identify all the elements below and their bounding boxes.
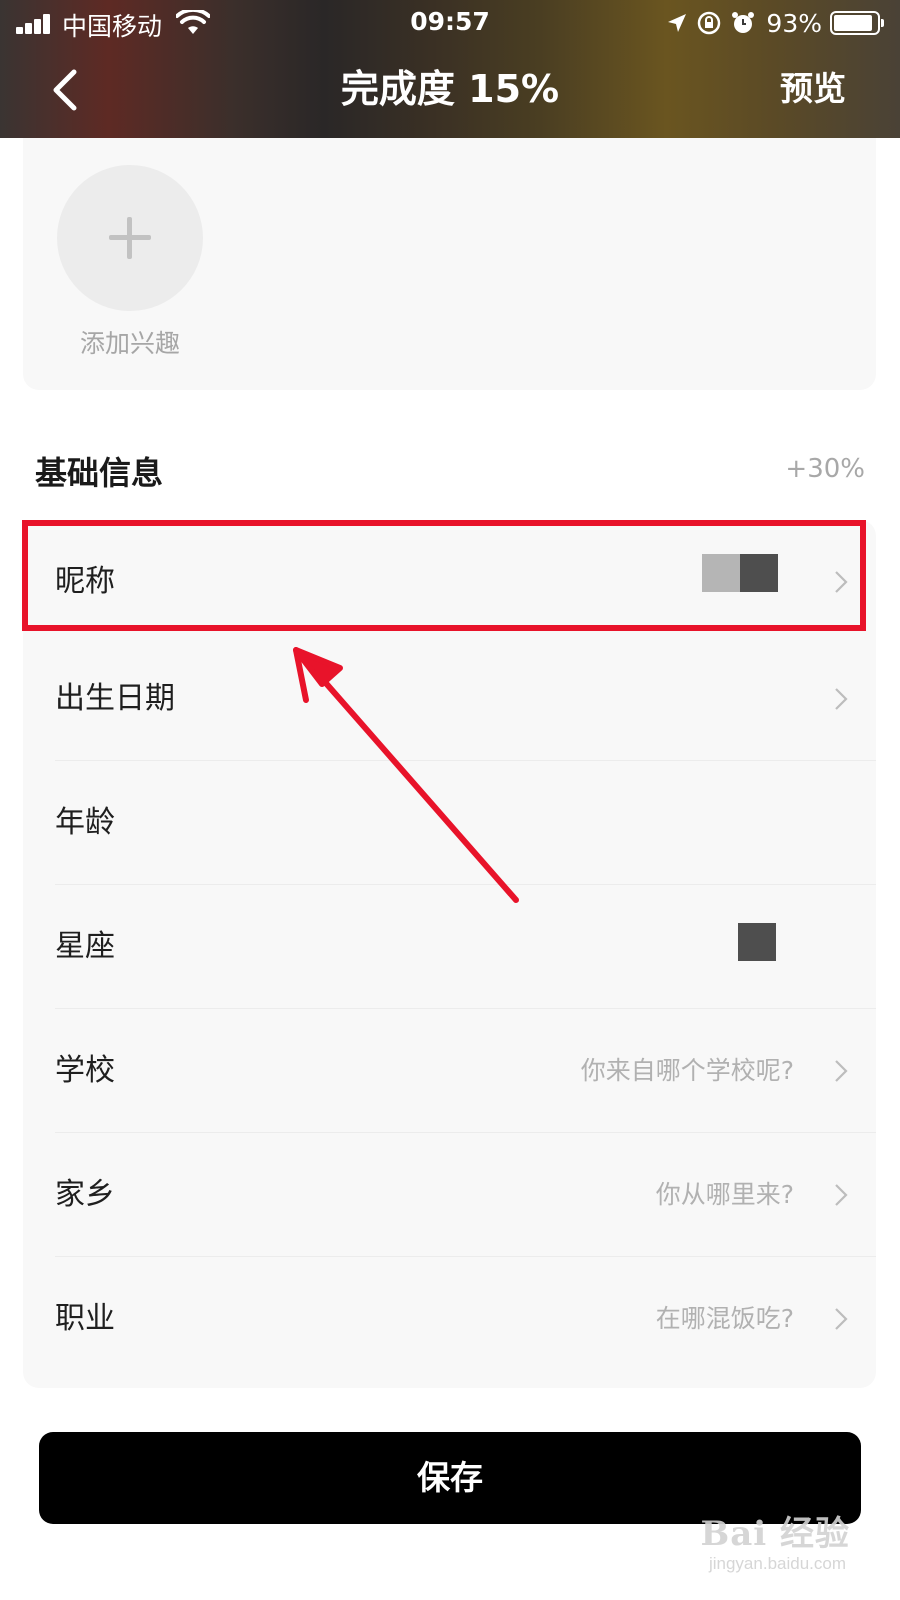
blurred-value [738,923,776,961]
row-zodiac[interactable]: 星座 [23,885,876,1009]
watermark: Bai 经验 jingyan.baidu.com [670,1506,850,1586]
battery-icon [830,11,884,35]
preview-button[interactable]: 预览 [780,62,846,116]
battery-percent: 93% [766,8,822,38]
row-label: 家乡 [55,1177,115,1212]
section-title: 基础信息 [35,454,164,492]
interests-card: 添加兴趣 [23,138,876,390]
row-birthdate[interactable]: 出生日期 [23,637,876,761]
basic-info-list: 昵称 出生日期 年龄 星座 学校 你来自哪个学校呢? 家乡 你从哪里来? 职业 … [23,520,876,1388]
alarm-icon [732,12,755,33]
row-label: 出生日期 [55,681,175,716]
section-bonus: +30% [785,454,865,484]
status-bar: 中国移动 09:57 93% [0,0,900,46]
chevron-right-icon [835,1308,848,1330]
row-placeholder: 你来自哪个学校呢? [580,1056,794,1085]
add-interest-label: 添加兴趣 [79,329,180,358]
row-school[interactable]: 学校 你来自哪个学校呢? [23,1009,876,1133]
header: 中国移动 09:57 93% 完成度 15% 预览 [0,0,900,138]
row-label: 年龄 [55,805,115,840]
watermark-url: jingyan.baidu.com [708,1554,846,1573]
chevron-right-icon [835,688,848,710]
add-interest-button[interactable] [57,165,203,311]
page-title: 完成度 15% [340,67,560,111]
watermark-logo: Bai 经验 [700,1514,850,1554]
row-placeholder: 你从哪里来? [655,1180,794,1209]
row-label: 星座 [55,929,115,964]
rotation-lock-icon [698,11,721,35]
row-age[interactable]: 年龄 [23,761,876,885]
status-indicators: 93% [666,5,884,41]
chevron-right-icon [835,1060,848,1082]
chevron-right-icon [835,1184,848,1206]
highlight-box [22,520,866,631]
row-label: 学校 [55,1053,115,1088]
location-arrow-icon [668,14,687,32]
row-hometown[interactable]: 家乡 你从哪里来? [23,1133,876,1257]
row-occupation[interactable]: 职业 在哪混饭吃? [23,1257,876,1381]
row-label: 职业 [55,1301,115,1336]
row-placeholder: 在哪混饭吃? [655,1304,794,1333]
